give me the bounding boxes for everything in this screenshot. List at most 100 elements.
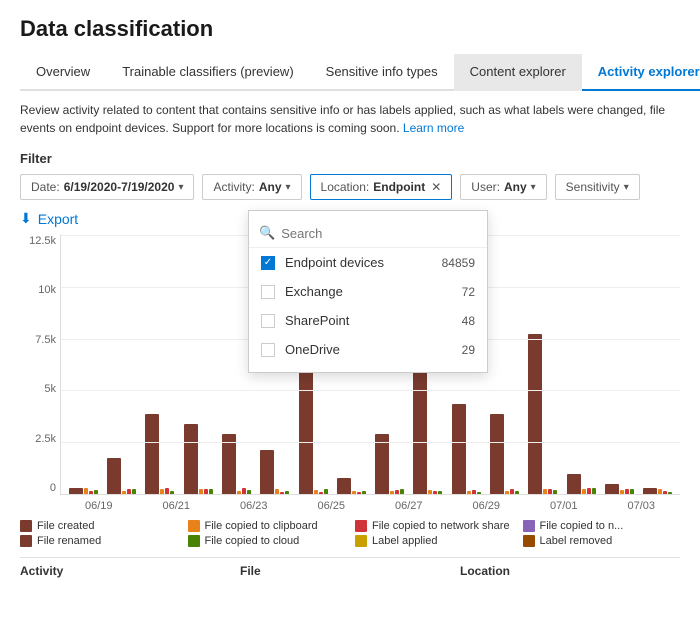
- bar-extra-4-2: [247, 490, 251, 494]
- y-label-5: 0: [50, 482, 56, 494]
- dropdown-item-exchange[interactable]: Exchange 72: [249, 277, 487, 306]
- legend-dot-file-created: [20, 520, 32, 532]
- legend-file-renamed: File renamed: [20, 535, 178, 547]
- bar-main-2: [145, 414, 159, 494]
- legend-label-cloud: File copied to cloud: [205, 535, 300, 547]
- bar-main-3: [184, 424, 198, 494]
- bar-extra-8-2: [400, 489, 404, 494]
- exchange-label: Exchange: [285, 284, 343, 299]
- bar-extra-14-0: [620, 490, 624, 494]
- sharepoint-checkbox[interactable]: [261, 314, 275, 328]
- page-description: Review activity related to content that …: [20, 101, 680, 137]
- exchange-count: 72: [462, 285, 475, 299]
- x-axis: 06/19 06/21 06/23 06/25 06/27 06/29 07/0…: [60, 500, 680, 512]
- bar-main-14: [605, 484, 619, 494]
- x-label-3: 06/25: [293, 500, 371, 512]
- y-label-4: 2.5k: [35, 433, 56, 445]
- onedrive-count: 29: [462, 343, 475, 357]
- search-input[interactable]: [281, 226, 477, 241]
- bar-main-12: [528, 334, 542, 494]
- bar-extra-5-1: [280, 492, 284, 494]
- dropdown-item-endpoint[interactable]: ✓ Endpoint devices 84859: [249, 248, 487, 277]
- legend-dot-label-removed: [523, 535, 535, 547]
- tab-bar: Overview Trainable classifiers (preview)…: [20, 54, 680, 91]
- legend-dot-copy-n: [523, 520, 535, 532]
- tab-overview[interactable]: Overview: [20, 54, 106, 91]
- bar-extra-12-2: [553, 490, 557, 494]
- x-label-0: 06/19: [60, 500, 138, 512]
- legend-file-copied-clipboard: File copied to clipboard: [188, 520, 346, 532]
- legend-dot-clipboard: [188, 520, 200, 532]
- filter-label: Filter: [20, 151, 680, 166]
- dropdown-item-onedrive[interactable]: OneDrive 29: [249, 335, 487, 364]
- bar-main-15: [643, 488, 657, 494]
- footer-file: File: [240, 564, 460, 578]
- bar-extra-13-2: [592, 488, 596, 494]
- bar-extra-9-1: [433, 491, 437, 494]
- legend-file-copied-n: File copied to n...: [523, 520, 681, 532]
- legend-label-clipboard: File copied to clipboard: [205, 520, 318, 532]
- location-dropdown: 🔍 ✓ Endpoint devices 84859 Exchange 72 S…: [248, 210, 488, 373]
- onedrive-checkbox[interactable]: [261, 343, 275, 357]
- x-label-5: 06/29: [448, 500, 526, 512]
- bar-extra-1-2: [132, 489, 136, 494]
- bar-extra-9-0: [428, 490, 432, 494]
- bar-extra-15-2: [668, 492, 672, 494]
- user-filter[interactable]: User: Any ▾: [460, 174, 546, 200]
- bar-extra-5-2: [285, 491, 289, 494]
- sensitivity-filter[interactable]: Sensitivity ▾: [555, 174, 640, 200]
- bar-extra-8-0: [390, 491, 394, 494]
- bar-main-5: [260, 450, 274, 494]
- tab-activity[interactable]: Activity explorer: [582, 54, 700, 91]
- legend-label-applied-text: Label applied: [372, 535, 437, 547]
- bar-extra-11-0: [505, 491, 509, 494]
- learn-more-link[interactable]: Learn more: [403, 121, 464, 135]
- legend-dot-label-applied: [355, 535, 367, 547]
- tab-trainable[interactable]: Trainable classifiers (preview): [106, 54, 309, 91]
- bar-main-4: [222, 434, 236, 494]
- location-close-icon[interactable]: ✕: [431, 180, 441, 194]
- bar-extra-10-2: [477, 492, 481, 494]
- dropdown-item-sharepoint[interactable]: SharePoint 48: [249, 306, 487, 335]
- filter-row: Date: 6/19/2020-7/19/2020 ▾ Activity: An…: [20, 174, 680, 200]
- activity-filter[interactable]: Activity: Any ▾: [202, 174, 301, 200]
- bar-extra-5-0: [275, 489, 279, 494]
- bar-extra-6-2: [324, 489, 328, 494]
- y-axis: 12.5k 10k 7.5k 5k 2.5k 0: [21, 235, 61, 494]
- bar-group-2: [142, 235, 178, 494]
- sensitivity-label: Sensitivity: [566, 180, 620, 194]
- x-label-2: 06/23: [215, 500, 293, 512]
- bar-main-13: [567, 474, 581, 494]
- exchange-checkbox[interactable]: [261, 285, 275, 299]
- bar-main-7: [337, 478, 351, 494]
- bar-extra-10-1: [472, 490, 476, 494]
- bar-extra-13-0: [582, 489, 586, 494]
- date-filter[interactable]: Date: 6/19/2020-7/19/2020 ▾: [20, 174, 194, 200]
- bar-main-10: [452, 404, 466, 494]
- endpoint-checkbox[interactable]: ✓: [261, 256, 275, 270]
- tab-content[interactable]: Content explorer: [454, 54, 582, 91]
- date-chevron-icon: ▾: [178, 182, 183, 193]
- bar-extra-14-1: [625, 489, 629, 494]
- bar-main-11: [490, 414, 504, 494]
- sharepoint-count: 48: [462, 314, 475, 328]
- bar-main-8: [375, 434, 389, 494]
- tab-sensitive[interactable]: Sensitive info types: [310, 54, 454, 91]
- bar-extra-8-1: [395, 490, 399, 494]
- bar-extra-7-1: [357, 492, 361, 495]
- legend-label-file-created: File created: [37, 520, 94, 532]
- legend-label-removed-text: Label removed: [540, 535, 613, 547]
- legend-label-copy-n: File copied to n...: [540, 520, 624, 532]
- user-value: Any: [504, 180, 527, 194]
- endpoint-label: Endpoint devices: [285, 255, 384, 270]
- date-value: 6/19/2020-7/19/2020: [64, 180, 175, 194]
- bar-group-14: [601, 235, 637, 494]
- user-chevron-icon: ▾: [531, 182, 536, 193]
- location-value: Endpoint: [373, 180, 425, 194]
- bar-group-0: [65, 235, 101, 494]
- bar-extra-15-1: [663, 491, 667, 494]
- onedrive-label: OneDrive: [285, 342, 340, 357]
- location-filter[interactable]: Location: Endpoint ✕: [310, 174, 453, 200]
- bar-extra-1-1: [127, 489, 131, 494]
- legend-file-copied-network: File copied to network share: [355, 520, 513, 532]
